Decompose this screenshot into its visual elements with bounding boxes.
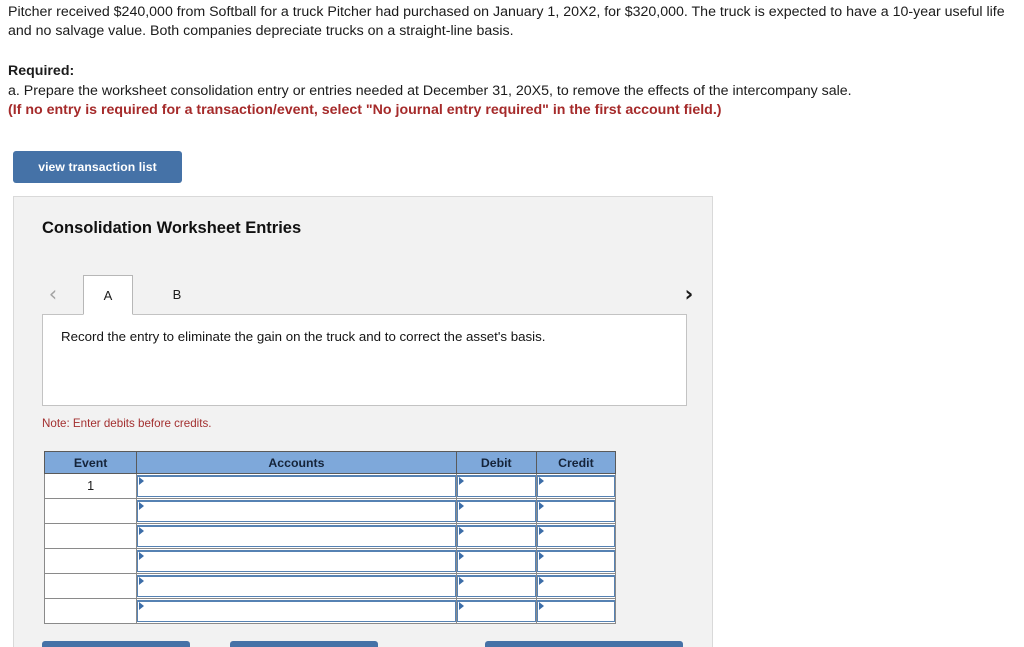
dropdown-marker-icon [139,602,145,610]
table-row: 1 [43,473,617,499]
debit-input-2[interactable] [456,500,536,522]
accounts-select-3[interactable] [137,525,456,547]
dropdown-marker-icon [538,477,544,485]
table-row [43,498,617,524]
credit-input-cell[interactable] [535,473,617,499]
required-label: Required: [8,63,75,79]
table-row [43,548,617,574]
credit-input-cell[interactable] [535,573,617,599]
dropdown-marker-icon [139,552,145,560]
debits-before-credits-note: Note: Enter debits before credits. [42,417,212,430]
table-row [43,598,617,624]
debit-input-4[interactable] [456,550,536,572]
accounts-select-2[interactable] [137,500,456,522]
accounts-select-5[interactable] [137,575,456,597]
dropdown-marker-icon [139,527,145,535]
event-number-cell [43,523,138,549]
credit-input-6[interactable] [536,600,615,622]
journal-entry-table: Event Accounts Debit Credit 1 [43,451,617,624]
accounts-select-cell[interactable] [136,598,457,624]
table-row [43,523,617,549]
page-root: Pitcher received $240,000 from Softball … [0,0,1024,647]
tab-a[interactable]: A [83,275,133,315]
accounts-select-1[interactable] [137,475,456,497]
debit-input-cell[interactable] [455,523,537,549]
column-header-event: Event [43,451,138,474]
record-entry-button[interactable] [42,641,190,647]
debit-input-cell[interactable] [455,548,537,574]
debit-input-1[interactable] [456,475,536,497]
accounts-select-cell[interactable] [136,473,457,499]
tab-strip: ‹ A B › [42,275,702,315]
column-header-debit: Debit [455,451,537,474]
credit-input-5[interactable] [536,575,615,597]
instruction-panel: Record the entry to eliminate the gain o… [42,314,687,406]
event-number-cell [43,573,138,599]
dropdown-marker-icon [538,527,544,535]
tab-b[interactable]: B [152,275,202,315]
event-number-cell [43,598,138,624]
dropdown-marker-icon [458,502,464,510]
dropdown-marker-icon [538,577,544,585]
credit-input-2[interactable] [536,500,615,522]
credit-input-4[interactable] [536,550,615,572]
dropdown-marker-icon [139,477,145,485]
accounts-select-cell[interactable] [136,548,457,574]
credit-input-cell[interactable] [535,598,617,624]
instruction-text: Record the entry to eliminate the gain o… [61,329,546,344]
consolidation-worksheet-card: Consolidation Worksheet Entries ‹ A B › … [13,196,713,647]
debit-input-cell[interactable] [455,498,537,524]
event-number-cell [43,498,138,524]
dropdown-marker-icon [458,577,464,585]
dropdown-marker-icon [538,502,544,510]
chevron-left-icon[interactable]: ‹ [42,280,64,308]
problem-paragraph: Pitcher received $240,000 from Softball … [8,4,1005,39]
column-header-credit: Credit [535,451,617,474]
debit-input-cell[interactable] [455,598,537,624]
debit-input-cell[interactable] [455,573,537,599]
dropdown-marker-icon [458,477,464,485]
debit-input-6[interactable] [456,600,536,622]
credit-input-1[interactable] [536,475,615,497]
credit-input-cell[interactable] [535,498,617,524]
credit-input-cell[interactable] [535,548,617,574]
required-block: Required: a. Prepare the worksheet conso… [8,62,1013,121]
event-number-cell: 1 [43,473,138,499]
dropdown-marker-icon [139,502,145,510]
view-general-journal-button[interactable] [485,641,683,647]
accounts-select-cell[interactable] [136,523,457,549]
dropdown-marker-icon [458,527,464,535]
accounts-select-cell[interactable] [136,573,457,599]
debit-input-3[interactable] [456,525,536,547]
debit-input-5[interactable] [456,575,536,597]
dropdown-marker-icon [139,577,145,585]
table-row [43,573,617,599]
credit-input-3[interactable] [536,525,615,547]
accounts-select-4[interactable] [137,550,456,572]
chevron-right-icon[interactable]: › [678,280,700,308]
column-header-accounts: Accounts [136,451,457,474]
clear-entry-button[interactable] [230,641,378,647]
event-number-cell [43,548,138,574]
table-header-row: Event Accounts Debit Credit [43,451,617,474]
accounts-select-6[interactable] [137,600,456,622]
dropdown-marker-icon [538,602,544,610]
accounts-select-cell[interactable] [136,498,457,524]
dropdown-marker-icon [458,552,464,560]
problem-statement: Pitcher received $240,000 from Softball … [8,3,1008,41]
credit-input-cell[interactable] [535,523,617,549]
card-title: Consolidation Worksheet Entries [42,219,302,237]
required-item-a: a. Prepare the worksheet consolidation e… [8,82,852,99]
clipped-text-remnant [0,0,1024,2]
dropdown-marker-icon [458,602,464,610]
view-transaction-list-button[interactable]: view transaction list [13,151,182,183]
debit-input-cell[interactable] [455,473,537,499]
dropdown-marker-icon [538,552,544,560]
no-journal-entry-note: (If no entry is required for a transacti… [8,102,722,118]
